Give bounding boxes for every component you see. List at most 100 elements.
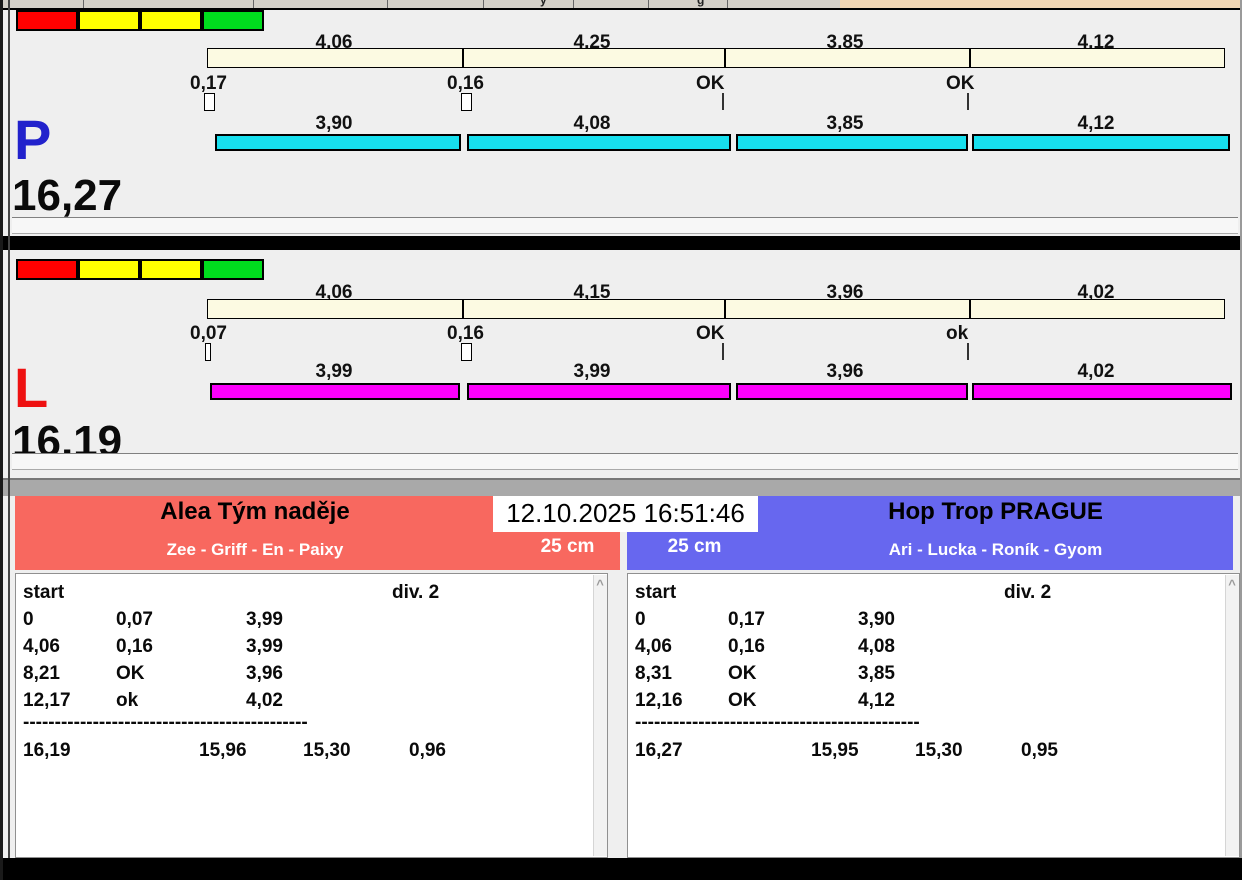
lane-total-time-p: 16,27 [12,171,123,220]
menu-strip-remnant[interactable]: ý g [0,0,840,8]
table-cell: 3,99 [246,636,283,657]
fault-value: 0,16 [447,73,484,94]
fault-value: OK [696,323,725,344]
lane-panel-l: 4,06 4,15 3,96 4,02 0,07 0,16 OK ok 3,99… [0,252,1242,478]
traffic-light-red [16,259,78,280]
menu-separator [648,0,649,8]
window-left-border [0,0,3,880]
lane-panel-p: 4,06 4,25 3,85 4,12 0,17 0,16 OK OK 3,90… [0,8,1242,234]
menu-separator [83,0,84,8]
handicap-left: 25 cm [540,536,595,557]
table-cell: 3,96 [246,663,283,684]
lap-bar-segment [736,134,968,151]
traffic-light-green [202,10,264,31]
team-name-left: Alea Tým naděje [160,498,350,525]
lane-status-strip-l [12,453,1238,470]
split-value: 3,99 [315,361,353,382]
lap-bar-segment [972,134,1230,151]
traffic-light-red [16,10,78,31]
scrollbar-track[interactable]: ^ [593,575,607,856]
bar-divider [724,49,726,67]
table-cell: OK [728,663,757,684]
fault-value: 0,07 [190,323,227,344]
table-cell: 12,17 [23,690,71,711]
split-bar-reference-l [207,299,1225,319]
traffic-light-green [202,259,264,280]
lap-bar-segment [736,383,968,400]
table-cell: 0,16 [728,636,765,657]
table-total: 15,30 [303,740,351,761]
datetime-display: 12.10.2025 16:51:46 [493,496,758,532]
table-cell: 4,06 [635,636,672,657]
table-cell: 0 [23,609,34,630]
scroll-up-icon[interactable]: ^ [594,577,606,592]
team-name-right: Hop Trop PRAGUE [888,498,1103,525]
split-value: 3,96 [826,361,864,382]
scroll-up-icon[interactable]: ^ [1226,577,1238,592]
lap-bar-segment [210,383,460,400]
handicap-right: 25 cm [667,536,722,557]
table-total: 0,95 [1021,740,1058,761]
menu-text-remnant: ý [540,0,547,7]
lap-bar-segment [215,134,461,151]
table-cell: OK [728,690,757,711]
table-header-start: start [635,582,677,603]
table-cell: 3,85 [858,663,895,684]
result-table-left[interactable]: start div. 2 0 0,07 3,99 4,06 0,16 3,99 … [15,573,608,858]
split-value: 3,85 [826,113,864,134]
table-separator: ----------------------------------------… [635,712,920,733]
table-cell: 4,02 [246,690,283,711]
race-display-window: ý g 4,06 4,25 3,85 4,12 0,17 0,16 OK OK … [0,0,1242,880]
split-value: 4,08 [573,113,611,134]
table-header-start: start [23,582,65,603]
menu-separator [253,0,254,8]
lane-letter-l: L [14,356,49,419]
table-cell: 8,21 [23,663,60,684]
lap-bar-segment [467,383,731,400]
fault-marker [205,343,211,361]
fault-marker [461,343,472,361]
split-value: 3,99 [573,361,611,382]
table-cell: 3,90 [858,609,895,630]
fault-marker [204,93,215,111]
team-lineup-right: Ari - Lucka - Roník - Gyom [888,540,1103,559]
table-header-division: div. 2 [392,582,440,603]
split-value: 4,12 [1077,113,1115,134]
table-cell: 12,16 [635,690,683,711]
table-cell: 4,12 [858,690,895,711]
menu-text-remnant: g [697,0,705,7]
window-top-edge [840,0,1242,8]
ok-tick [967,93,969,110]
table-cell: 0 [635,609,646,630]
menu-separator [727,0,728,8]
ok-tick [967,343,969,360]
team-lineup-left: Zee - Griff - En - Paixy [166,540,344,559]
menu-separator [483,0,484,8]
table-cell: 0,16 [116,636,153,657]
table-cell: 8,31 [635,663,672,684]
lane-letter-p: P [14,108,52,171]
split-bar-reference-p [207,48,1225,68]
fault-value: ok [946,323,969,344]
bar-divider [462,300,464,318]
scrollbar-track[interactable]: ^ [1225,575,1239,856]
fault-marker [461,93,472,111]
bar-divider [969,300,971,318]
table-cell: 0,07 [116,609,153,630]
table-cell: 0,17 [728,609,765,630]
bar-divider [724,300,726,318]
lane-status-strip-p [12,217,1238,234]
result-table-right[interactable]: start div. 2 0 0,17 3,90 4,06 0,16 4,08 … [627,573,1240,858]
bar-divider [969,49,971,67]
lap-bar-segment [467,134,731,151]
bottom-strip [0,858,1242,880]
ok-tick [722,343,724,360]
ok-tick [722,93,724,110]
teams-band-background [0,480,1242,496]
table-total: 15,95 [811,740,859,761]
split-value: 3,90 [315,113,353,134]
table-total: 15,30 [915,740,963,761]
table-header-division: div. 2 [1004,582,1052,603]
panel-left-border [8,0,10,858]
table-total: 16,27 [635,740,683,761]
